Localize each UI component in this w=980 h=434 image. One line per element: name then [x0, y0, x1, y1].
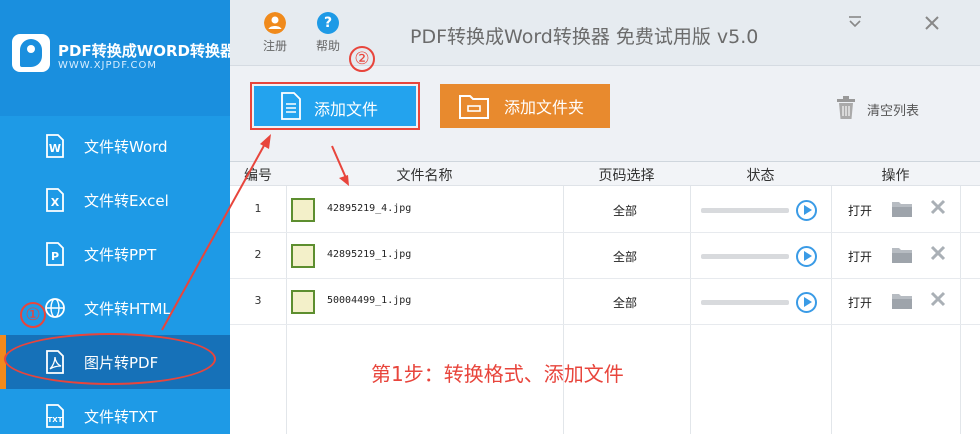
column-header-status: 状态: [746, 168, 775, 184]
help-icon: ?: [317, 12, 339, 34]
page-selection[interactable]: 全部: [563, 294, 687, 311]
trash-icon: [837, 96, 855, 119]
start-convert-icon[interactable]: [796, 200, 817, 221]
clear-list-label: 清空列表: [867, 104, 920, 119]
image-file-icon: [291, 244, 315, 268]
folder-icon: [459, 95, 489, 119]
title-bar: 注册 ? 帮助 PDF转换成Word转换器 免费试用版 v5.0: [230, 0, 980, 66]
txt-file-icon: TXT: [46, 404, 64, 428]
open-folder-icon[interactable]: [891, 200, 913, 218]
column-header-pages: 页码选择: [598, 168, 655, 184]
svg-text:X: X: [51, 196, 60, 209]
file-name: 42895219_1.jpg: [327, 249, 412, 260]
column-header-number: 编号: [244, 168, 272, 184]
word-file-icon: W: [46, 134, 64, 158]
globe-icon: [45, 298, 65, 318]
add-file-button-face: 添加文件: [254, 86, 416, 126]
row-number: 3: [254, 294, 262, 307]
start-convert-icon[interactable]: [796, 246, 817, 267]
open-folder-icon[interactable]: [891, 292, 913, 310]
column-header-filename: 文件名称: [396, 168, 453, 184]
file-table: 编号 文件名称 页码选择 状态 操作 1 42895219_4.jpg 全部 打…: [230, 161, 980, 434]
ppt-file-icon: P: [46, 242, 64, 266]
open-folder-icon[interactable]: [891, 246, 913, 264]
sidebar: PDF转换成WORD转换器 WWW.XJPDF.COM W 文件转Word X …: [0, 0, 230, 434]
svg-text:P: P: [51, 250, 59, 263]
app-logo: [12, 34, 50, 72]
column-header-actions: 操作: [881, 168, 910, 184]
sidebar-item-label: 文件转PPT: [84, 246, 157, 264]
svg-text:TXT: TXT: [48, 416, 63, 424]
progress-bar: [701, 300, 789, 305]
sidebar-item-excel[interactable]: X 文件转Excel: [0, 173, 230, 227]
sidebar-item-label: 文件转TXT: [84, 408, 158, 426]
sidebar-item-ppt[interactable]: P 文件转PPT: [0, 227, 230, 281]
table-row[interactable]: 3 50004499_1.jpg 全部 打开: [230, 279, 980, 325]
row-number: 1: [254, 202, 262, 215]
add-folder-button[interactable]: 添加文件夹: [440, 84, 610, 128]
add-folder-label: 添加文件夹: [504, 98, 585, 117]
delete-icon[interactable]: [930, 199, 946, 215]
open-link[interactable]: 打开: [848, 202, 872, 219]
svg-text:W: W: [49, 142, 61, 155]
page-selection[interactable]: 全部: [563, 248, 687, 265]
sidebar-item-word[interactable]: W 文件转Word: [0, 119, 230, 173]
page-selection[interactable]: 全部: [563, 202, 687, 219]
brand-url: WWW.XJPDF.COM: [58, 60, 158, 71]
app-title: PDF转换成Word转换器 免费试用版 v5.0: [410, 26, 759, 48]
document-icon: [281, 92, 301, 120]
file-name: 50004499_1.jpg: [327, 295, 412, 306]
add-file-label: 添加文件: [314, 100, 379, 119]
sidebar-item-image-to-pdf[interactable]: 图片转PDF: [0, 335, 230, 389]
row-number: 2: [254, 248, 262, 261]
add-file-button[interactable]: 添加文件: [250, 82, 420, 130]
brand-title: PDF转换成WORD转换器: [58, 42, 230, 60]
help-button[interactable]: ? 帮助: [308, 12, 348, 60]
sidebar-item-label: 图片转PDF: [84, 354, 159, 372]
file-name: 42895219_4.jpg: [327, 203, 412, 214]
sidebar-item-label: 文件转Word: [84, 138, 168, 156]
open-link[interactable]: 打开: [848, 248, 872, 265]
sidebar-item-label: 文件转Excel: [84, 192, 169, 210]
open-link[interactable]: 打开: [848, 294, 872, 311]
start-convert-icon[interactable]: [796, 292, 817, 313]
pdf-file-icon: [46, 350, 64, 374]
sidebar-item-txt[interactable]: TXT 文件转TXT: [0, 389, 230, 434]
table-header: 编号 文件名称 页码选择 状态 操作: [230, 162, 980, 186]
sidebar-item-label: 文件转HTML: [84, 300, 171, 318]
register-label: 注册: [262, 39, 287, 53]
image-file-icon: [291, 290, 315, 314]
close-icon[interactable]: [923, 14, 941, 32]
delete-icon[interactable]: [930, 291, 946, 307]
help-label: 帮助: [315, 39, 340, 53]
user-icon: [264, 12, 286, 34]
image-file-icon: [291, 198, 315, 222]
brand-header: PDF转换成WORD转换器 WWW.XJPDF.COM: [0, 0, 230, 116]
excel-file-icon: X: [46, 188, 64, 212]
sidebar-item-html[interactable]: 文件转HTML: [0, 281, 230, 335]
progress-bar: [701, 254, 789, 259]
table-row[interactable]: 1 42895219_4.jpg 全部 打开: [230, 187, 980, 233]
register-button[interactable]: 注册: [255, 12, 295, 60]
minimize-icon[interactable]: [847, 14, 863, 30]
table-row[interactable]: 2 42895219_1.jpg 全部 打开: [230, 233, 980, 279]
progress-bar: [701, 208, 789, 213]
delete-icon[interactable]: [930, 245, 946, 261]
